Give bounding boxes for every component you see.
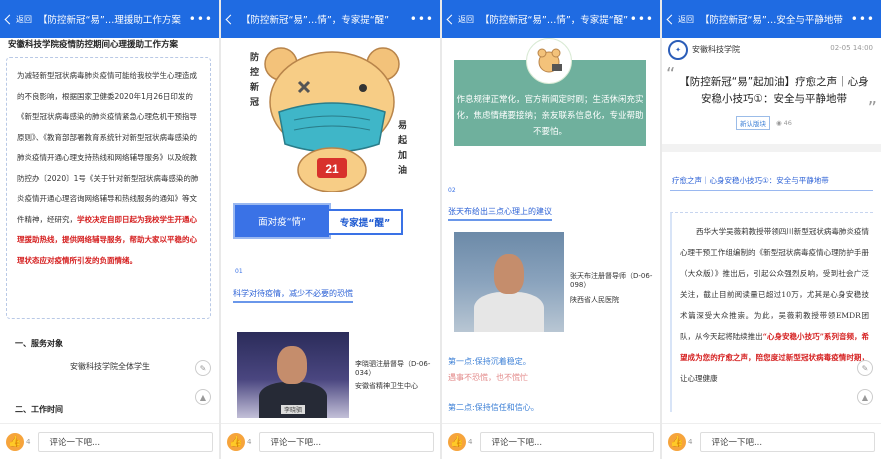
open-quote-icon: “ (666, 64, 676, 85)
top-bar: 【防控新冠“易”…情”，专家提“醒” ••• (221, 0, 440, 38)
scroll-top-icon[interactable]: ▲ (857, 389, 873, 405)
thumbs-up-icon: 👍 (6, 432, 24, 451)
section-banner: 面对疫“情” 专家提“醒” (233, 203, 403, 239)
point-heading: 第二点:保持信任和信心。 (448, 403, 539, 412)
view-count: ◉ 46 (776, 119, 792, 127)
banner-left: 面对疫“情” (233, 203, 331, 239)
page-title: 【防控新冠“易”…情”，专家提“醒” (241, 15, 390, 26)
back-button[interactable]: 返回 (666, 14, 694, 25)
comment-input[interactable]: 评论一下吧... (700, 431, 875, 452)
intro-box: 为减轻新型冠状病毒肺炎疫情可能给我校学生心理造成的不良影响，根据国家卫健委202… (6, 57, 211, 319)
chevron-left-icon (666, 14, 677, 24)
chevron-left-icon (225, 14, 236, 24)
article-panel-4: 返回 【防控新冠“易”…安全与平静地带 ••• ✦ 安徽科技学院 02-05 1… (662, 0, 881, 459)
article-heading: 安徽科技学院疫情防控期间心理援助工作方案 (8, 40, 179, 50)
publish-date: 02-05 14:00 (830, 44, 873, 52)
thumbs-up-icon: 👍 (668, 432, 686, 451)
article-body: 西华大学吴薇莉教授带领四川新型冠状病毒肺炎疫情心理干预工作组编制的《新型冠状病毒… (670, 212, 873, 412)
mascot-icon (526, 38, 572, 84)
bottom-bar: 👍 4 评论一下吧... (442, 423, 660, 459)
top-bar: 返回 【防控新冠“易”…理援助工作方案 ••• (0, 0, 219, 38)
article-panel-1: 返回 【防控新冠“易”…理援助工作方案 ••• 安徽科技学院疫情防控期间心理援助… (0, 0, 219, 459)
comment-float-icon[interactable]: ✎ (857, 360, 873, 376)
photo-caption: 陕西省人民医院 (570, 296, 619, 304)
article-headline: 【防控新冠“易”起加油】疗愈之声｜心身安稳小技巧①：安全与平静地带 (679, 76, 869, 105)
expert-photo: 李晓驷 (237, 332, 349, 418)
section-value: 安徽科技学院全体学生 (70, 362, 150, 371)
point-subtext: 遇事不恐慌，也不慌忙 (448, 373, 528, 382)
thumbs-up-icon: 👍 (227, 432, 245, 451)
more-icon[interactable]: ••• (630, 12, 654, 26)
like-button[interactable]: 👍 4 (227, 432, 251, 451)
expert-photo (454, 232, 564, 332)
divider (670, 190, 873, 191)
nameplate: 李晓驷 (281, 405, 306, 414)
meta-row: 新认版块 ◉ 46 (736, 116, 792, 130)
banner-right: 专家提“醒” (327, 209, 403, 235)
photo-caption: 张天布注册督导师（D-06-098） (570, 272, 653, 289)
back-button[interactable]: 返回 (446, 14, 474, 25)
section-number: 01 (235, 268, 243, 275)
back-button[interactable]: 返回 (4, 14, 32, 25)
thumbs-up-icon: 👍 (448, 432, 466, 451)
section-subhead: 张天布给出三点心理上的建议 (448, 206, 552, 221)
like-button[interactable]: 👍 4 (448, 432, 472, 451)
article-panel-3: 返回 【防控新冠“易”…情”，专家提“醒” ••• 作息规律正常化，官方新闻定时… (442, 0, 660, 459)
comment-input[interactable]: 评论一下吧... (480, 431, 654, 452)
more-icon[interactable]: ••• (189, 12, 213, 26)
bottom-bar: 👍 4 评论一下吧... (662, 423, 881, 459)
more-icon[interactable]: ••• (410, 12, 434, 26)
bottom-bar: 👍 4 评论一下吧... (221, 423, 440, 459)
photo-caption: 安徽省精神卫生中心 (355, 382, 418, 390)
more-icon[interactable]: ••• (851, 12, 875, 26)
scroll-top-icon[interactable]: ▲ (195, 389, 211, 405)
point-heading: 第一点:保持沉着稳定。 (448, 357, 531, 366)
publisher-name[interactable]: 安徽科技学院 (692, 44, 740, 55)
comment-float-icon[interactable]: ✎ (195, 360, 211, 376)
article-panel-2: 【防控新冠“易”…情”，专家提“醒” ••• 防控新冠 易起加油 21 面对疫“… (221, 0, 440, 459)
section-heading: 二、工作时间 (15, 405, 63, 414)
bear-mascot-image: 21 (264, 47, 400, 192)
bottom-bar: 👍 4 评论一下吧... (0, 423, 219, 459)
top-bar: 返回 【防控新冠“易”…情”，专家提“醒” ••• (442, 0, 660, 38)
section-heading: 一、服务对象 (15, 339, 63, 348)
eye-icon: ◉ (776, 119, 782, 127)
back-button[interactable] (225, 14, 236, 24)
comment-input[interactable]: 评论一下吧... (259, 431, 434, 452)
close-quote-icon: ” (867, 98, 877, 119)
chevron-left-icon (4, 14, 15, 24)
category-tag[interactable]: 新认版块 (736, 116, 770, 130)
like-button[interactable]: 👍 4 (6, 432, 30, 451)
page-title: 【防控新冠“易”…理援助工作方案 (38, 15, 181, 26)
photo-caption: 李晓驷注册督导（D-06-034） (355, 360, 431, 377)
section-number: 02 (448, 187, 456, 194)
comment-input[interactable]: 评论一下吧... (38, 431, 213, 452)
school-logo: ✦ (668, 40, 688, 60)
section-subhead: 疗愈之声｜心身安稳小技巧①：安全与平静地带 (672, 176, 829, 185)
mask-number: 21 (325, 162, 339, 176)
page-title: 【防控新冠“易”…情”，专家提“醒” (480, 15, 629, 26)
page-title: 【防控新冠“易”…安全与平静地带 (700, 15, 843, 26)
section-subhead: 科学对待疫情，减少不必要的恐慌 (233, 288, 353, 303)
intro-text: 为减轻新型冠状病毒肺炎疫情可能给我校学生心理造成的不良影响，根据国家卫健委202… (17, 71, 199, 224)
top-bar: 返回 【防控新冠“易”…安全与平静地带 ••• (662, 0, 881, 38)
divider (662, 144, 881, 152)
chevron-left-icon (446, 14, 457, 24)
like-button[interactable]: 👍 4 (668, 432, 692, 451)
